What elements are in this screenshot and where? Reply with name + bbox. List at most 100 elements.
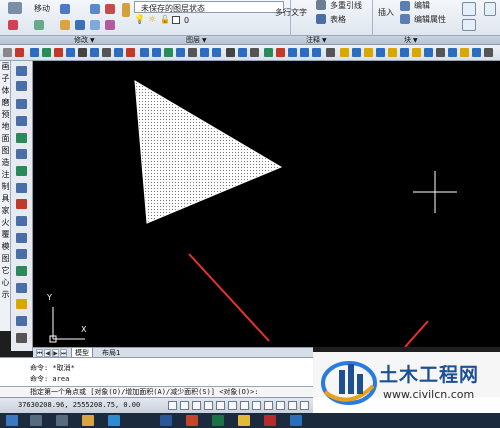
- sc-toggle[interactable]: [300, 401, 309, 410]
- palette-tab[interactable]: 面: [0, 133, 11, 145]
- toolbar-icon[interactable]: [238, 48, 247, 57]
- last-tab-button[interactable]: ⏭: [60, 349, 67, 357]
- multiline-text-button[interactable]: 多行文字: [275, 7, 307, 18]
- toolbar-icon[interactable]: [300, 48, 309, 57]
- palette-tab[interactable]: 模: [0, 241, 11, 253]
- section-block[interactable]: 块 ▼: [404, 36, 418, 45]
- dyn-toggle[interactable]: [252, 401, 261, 410]
- edit-block-button[interactable]: 编辑: [414, 0, 430, 11]
- excel-icon[interactable]: [212, 415, 224, 426]
- array-icon[interactable]: [90, 4, 100, 14]
- toolbar-icon[interactable]: [472, 48, 481, 57]
- layer-properties-icon[interactable]: [122, 3, 130, 17]
- search-icon[interactable]: [30, 415, 42, 426]
- layer-color-swatch[interactable]: [172, 16, 180, 24]
- toolbar-icon[interactable]: [388, 48, 397, 57]
- scale-icon[interactable]: [90, 20, 100, 30]
- toolbar-icon[interactable]: [114, 48, 123, 57]
- toolbar-icon[interactable]: [484, 48, 493, 57]
- toolbar-icon[interactable]: [164, 48, 173, 57]
- chrome-icon[interactable]: [238, 415, 250, 426]
- model-space-toggle[interactable]: [276, 401, 285, 410]
- toolbar-icon[interactable]: [400, 48, 409, 57]
- snap-toggle[interactable]: [168, 401, 177, 410]
- first-tab-button[interactable]: ⏮: [36, 349, 43, 357]
- explode-icon[interactable]: [105, 20, 115, 30]
- tool-icon[interactable]: [16, 199, 27, 209]
- toolbar-icon[interactable]: [188, 48, 197, 57]
- toolbar-icon[interactable]: [412, 48, 421, 57]
- toolbar-icon[interactable]: [448, 48, 457, 57]
- tool-icon[interactable]: [16, 66, 27, 76]
- toolbar-icon[interactable]: [176, 48, 185, 57]
- palette-tab[interactable]: 它: [0, 265, 11, 277]
- mirror-icon[interactable]: [75, 20, 85, 30]
- move-icon[interactable]: [8, 2, 22, 14]
- ducs-toggle[interactable]: [240, 401, 249, 410]
- toolbar-icon[interactable]: [326, 48, 335, 57]
- copy-icon[interactable]: [8, 20, 18, 30]
- tool-icon[interactable]: [16, 133, 27, 143]
- tool-icon[interactable]: [16, 216, 27, 226]
- lwt-toggle[interactable]: [264, 401, 273, 410]
- browser-icon[interactable]: [108, 415, 120, 426]
- toolbar-icon[interactable]: [340, 48, 349, 57]
- tool-icon[interactable]: [16, 233, 27, 243]
- palette-tab[interactable]: 制: [0, 181, 11, 193]
- drawing-canvas[interactable]: Y X: [33, 61, 500, 347]
- tool-icon[interactable]: [16, 299, 27, 309]
- tool-icon[interactable]: [16, 183, 27, 193]
- toolbar-icon[interactable]: [364, 48, 373, 57]
- toolbar-icon[interactable]: [90, 48, 99, 57]
- trim-icon[interactable]: [105, 4, 115, 14]
- edit-block-icon[interactable]: [400, 1, 410, 11]
- list-icon[interactable]: [484, 2, 496, 16]
- multileader-icon[interactable]: [316, 0, 326, 10]
- tool-icon[interactable]: [16, 99, 27, 109]
- toolbar-icon[interactable]: [66, 48, 75, 57]
- layer-state-dropdown[interactable]: 未保存的图层状态: [134, 1, 284, 13]
- toolbar-icon[interactable]: [376, 48, 385, 57]
- section-layers[interactable]: 图层 ▼: [186, 36, 207, 45]
- palette-tab[interactable]: 覆: [0, 229, 11, 241]
- palette-tab[interactable]: 画: [0, 61, 11, 73]
- toolbar-icon[interactable]: [140, 48, 149, 57]
- insert-button[interactable]: 插入: [378, 7, 394, 18]
- sun-icon[interactable]: ☼: [148, 15, 156, 25]
- toolbar-icon[interactable]: [152, 48, 161, 57]
- palette-tab[interactable]: 造: [0, 157, 11, 169]
- powerpoint-icon[interactable]: [186, 415, 198, 426]
- multileader-button[interactable]: 多重引线: [330, 0, 362, 11]
- toolbar-icon[interactable]: [54, 48, 63, 57]
- palette-tab[interactable]: 示: [0, 289, 11, 301]
- palette-tab[interactable]: 体: [0, 85, 11, 97]
- app-icon[interactable]: [290, 415, 302, 426]
- palette-tab[interactable]: 注: [0, 169, 11, 181]
- table-icon[interactable]: [316, 14, 326, 24]
- tool-icon[interactable]: [16, 266, 27, 276]
- section-modify[interactable]: 修改 ▼: [74, 36, 95, 45]
- toolbar-icon[interactable]: [200, 48, 209, 57]
- stretch-icon[interactable]: [34, 20, 44, 30]
- app-icon[interactable]: [264, 415, 276, 426]
- osnap-toggle[interactable]: [216, 401, 225, 410]
- qp-toggle[interactable]: [288, 401, 297, 410]
- fillet-icon[interactable]: [60, 4, 70, 14]
- word-icon[interactable]: [160, 415, 172, 426]
- match-properties-icon[interactable]: [462, 19, 476, 31]
- ortho-toggle[interactable]: [192, 401, 201, 410]
- tool-icon[interactable]: [16, 116, 27, 126]
- toolbar-icon[interactable]: [276, 48, 285, 57]
- task-view-icon[interactable]: [56, 415, 68, 426]
- toolbar-icon[interactable]: [352, 48, 361, 57]
- lock-icon[interactable]: 🔓: [160, 15, 170, 24]
- toolbar-icon[interactable]: [424, 48, 433, 57]
- hatched-triangle[interactable]: [134, 80, 283, 224]
- tool-icon[interactable]: [16, 333, 27, 343]
- polar-toggle[interactable]: [204, 401, 213, 410]
- tool-icon[interactable]: [16, 249, 27, 259]
- palette-tab[interactable]: 子: [0, 73, 11, 85]
- toolbar-icon[interactable]: [288, 48, 297, 57]
- file-explorer-icon[interactable]: [82, 415, 94, 426]
- table-button[interactable]: 表格: [330, 14, 346, 25]
